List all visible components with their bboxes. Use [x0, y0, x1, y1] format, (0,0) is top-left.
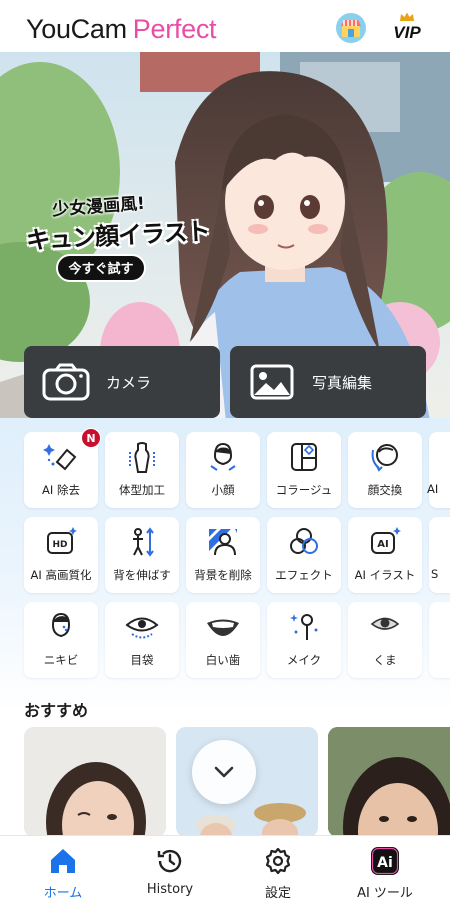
- tile-partial-3[interactable]: [429, 602, 450, 678]
- gear-icon: [265, 847, 291, 875]
- photo-icon: [250, 364, 294, 400]
- tile-effect[interactable]: エフェクト: [267, 517, 341, 593]
- nav-history-label: History: [146, 882, 194, 897]
- tile-label: S: [431, 567, 439, 581]
- recommend-thumb-1: [24, 727, 166, 837]
- home-icon: [51, 849, 75, 873]
- app-root: YouCam Perfect VIP 少女漫画風! キュン顔イラスト 今すぐ試す…: [0, 0, 450, 909]
- remove-bg-icon: [209, 529, 237, 556]
- tile-body-shape[interactable]: 体型加工: [105, 432, 179, 508]
- tile-height[interactable]: 背を伸ばす: [105, 517, 179, 593]
- tile-label: 背を伸ばす: [113, 568, 171, 582]
- app-logo: YouCam Perfect: [26, 14, 217, 45]
- tile-makeup[interactable]: メイク: [267, 602, 341, 678]
- tile-label: 背景を削除: [194, 568, 252, 582]
- tile-label: AI: [427, 482, 439, 496]
- store-icon[interactable]: [336, 13, 366, 43]
- hero-try-now-button[interactable]: 今すぐ試す: [56, 254, 146, 282]
- makeup-icon: [290, 614, 318, 640]
- dark-circle-icon: [370, 617, 400, 630]
- recommend-card-1[interactable]: [24, 727, 166, 837]
- effect-icon: [290, 528, 318, 554]
- teeth-icon: [207, 619, 239, 636]
- body-shape-icon: [129, 442, 155, 473]
- camera-card[interactable]: カメラ: [24, 346, 220, 418]
- tile-ai-partial[interactable]: AI: [427, 432, 450, 508]
- nav-ai-tools[interactable]: Ai AI ツール: [340, 844, 430, 902]
- tile-ai-illust[interactable]: AI AI イラスト: [348, 517, 422, 593]
- tile-label: コラージュ: [275, 483, 333, 497]
- face-swap-icon: [371, 444, 398, 472]
- svg-text:AI: AI: [377, 539, 388, 550]
- recommend-card-3[interactable]: [328, 727, 450, 837]
- tile-dark-circle[interactable]: くま: [348, 602, 422, 678]
- history-icon: [157, 849, 182, 873]
- height-icon: [133, 527, 154, 557]
- collage-icon: [291, 443, 317, 471]
- tile-label: AI 高画質化: [30, 568, 92, 582]
- nav-history[interactable]: History: [125, 844, 215, 902]
- tile-partial-2[interactable]: S: [429, 517, 450, 593]
- expand-chevron-button[interactable]: [192, 740, 256, 804]
- svg-text:HD: HD: [52, 540, 67, 550]
- photo-edit-card[interactable]: 写真編集: [230, 346, 426, 418]
- tile-label: 小顔: [211, 483, 235, 497]
- logo-youcam: YouCam: [26, 14, 127, 44]
- nav-settings-label: 設定: [264, 886, 291, 901]
- photo-edit-card-label: 写真編集: [312, 373, 373, 392]
- tile-label: AI 除去: [42, 483, 80, 497]
- tile-label: 白い歯: [205, 653, 241, 667]
- tile-label: ニキビ: [43, 653, 79, 667]
- tile-label: メイク: [286, 653, 322, 667]
- tile-collage[interactable]: コラージュ: [267, 432, 341, 508]
- svg-text:Ai: Ai: [377, 855, 393, 871]
- tile-label: 体型加工: [119, 483, 165, 497]
- tile-label: くま: [373, 653, 397, 667]
- recommend-thumb-3: [328, 727, 450, 837]
- tile-eye-bag[interactable]: 目袋: [105, 602, 179, 678]
- new-badge: N: [81, 428, 101, 448]
- tile-face-slim[interactable]: 小顔: [186, 432, 260, 508]
- nav-ai-tools-label: AI ツール: [357, 886, 413, 901]
- nav-home[interactable]: ホーム: [18, 844, 108, 902]
- tile-label: AI イラスト: [354, 568, 416, 582]
- recommend-title: おすすめ: [24, 701, 89, 720]
- logo-perfect: Perfect: [132, 14, 217, 44]
- chevron-down-icon: [214, 766, 234, 778]
- tile-label: 目袋: [130, 653, 154, 667]
- tile-ai-remove[interactable]: N AI 除去: [24, 428, 101, 508]
- tile-label: 顔交換: [367, 483, 403, 497]
- app-header: YouCam Perfect VIP: [0, 0, 450, 52]
- vip-label: VIP: [393, 23, 421, 42]
- nav-home-label: ホーム: [43, 886, 83, 901]
- camera-icon: [42, 363, 90, 401]
- vip-button[interactable]: VIP: [387, 12, 427, 44]
- bottom-nav: ホーム History 設定 Ai AI ツール: [0, 835, 450, 909]
- hd-icon: HD: [47, 527, 77, 554]
- tile-remove-bg[interactable]: 背景を削除: [186, 517, 260, 593]
- ai-tools-icon: Ai: [371, 847, 399, 875]
- tile-ai-hd[interactable]: HD AI 高画質化: [24, 517, 98, 593]
- camera-card-label: カメラ: [106, 373, 152, 392]
- tile-teeth[interactable]: 白い歯: [186, 602, 260, 678]
- crown-icon: [400, 12, 414, 21]
- eye-bag-icon: [125, 617, 159, 639]
- acne-icon: [51, 612, 71, 638]
- tile-label: エフェクト: [275, 568, 333, 582]
- face-slim-icon: [210, 442, 236, 471]
- ai-illust-icon: AI: [371, 527, 401, 554]
- tile-face-swap[interactable]: 顔交換: [348, 432, 422, 508]
- eraser-icon: [43, 444, 77, 471]
- tile-acne[interactable]: ニキビ: [24, 602, 98, 678]
- nav-settings[interactable]: 設定: [233, 844, 323, 902]
